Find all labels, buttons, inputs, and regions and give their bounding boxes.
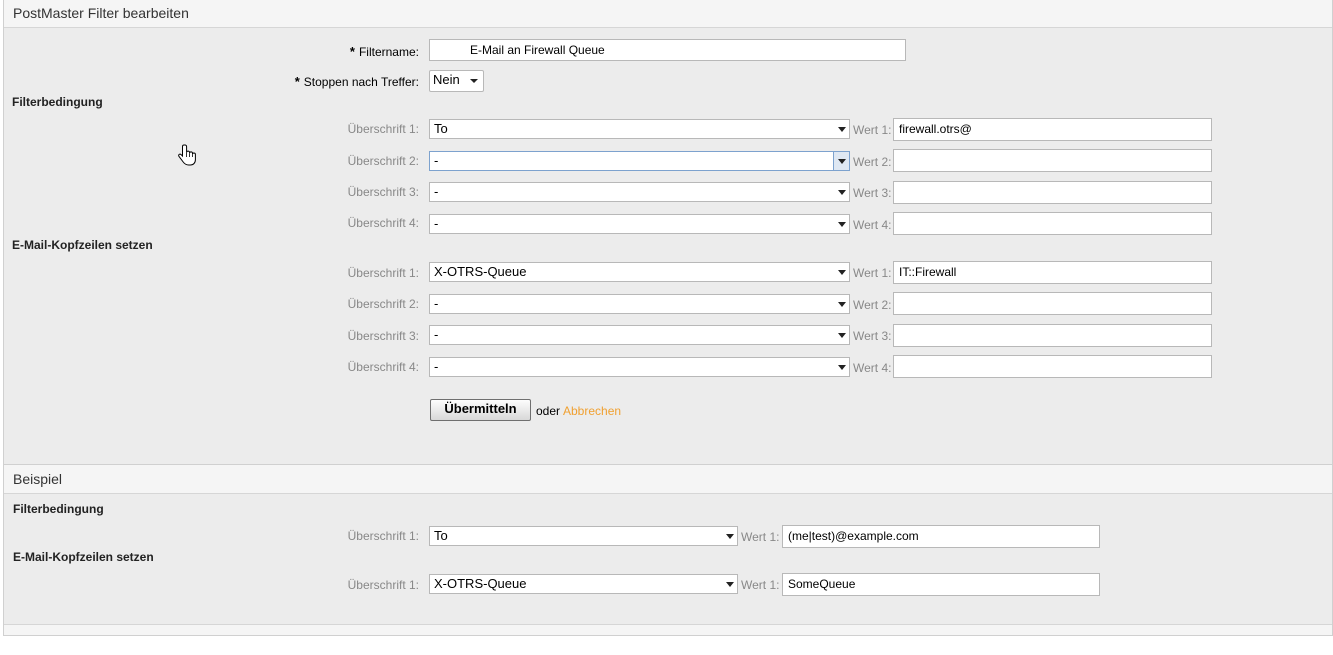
filtername-label: * Filtername: (349, 44, 419, 59)
set-value-label-4: Wert 4: (853, 361, 892, 375)
example-match-header-label: Überschrift 1: (347, 529, 419, 543)
chevron-down-icon (838, 190, 846, 195)
match-value-input-1[interactable]: firewall.otrs@ (893, 118, 1212, 141)
set-header-label-4: Überschrift 4: (347, 360, 419, 374)
match-value-input-2[interactable] (893, 149, 1212, 172)
example-set-header-label: Überschrift 1: (347, 578, 419, 592)
example-set-section-title: E-Mail-Kopfzeilen setzen (13, 550, 154, 564)
stop-after-match-select[interactable]: Nein (429, 70, 484, 92)
required-star-icon: * (294, 74, 300, 89)
submit-button[interactable]: Übermitteln (430, 399, 531, 421)
match-header-select-1[interactable]: To (429, 119, 850, 139)
match-value-label-3: Wert 3: (853, 186, 892, 200)
match-header-label-4: Überschrift 4: (347, 216, 419, 230)
set-header-select-4[interactable]: - (429, 357, 850, 377)
match-section-title: Filterbedingung (12, 95, 103, 109)
set-value-input-3[interactable] (893, 324, 1212, 347)
match-value-input-3[interactable] (893, 181, 1212, 204)
stop-after-match-label: * Stoppen nach Treffer: (294, 74, 419, 89)
match-value-label-2: Wert 2: (853, 155, 892, 169)
match-header-select-2[interactable]: - (429, 151, 850, 171)
example-title: Beispiel (13, 471, 63, 487)
edit-filter-panel-header: PostMaster Filter bearbeiten (4, 0, 1332, 28)
example-match-header-select[interactable]: To (429, 526, 738, 546)
example-set-value-label: Wert 1: (741, 578, 780, 592)
match-header-select-3[interactable]: - (429, 182, 850, 202)
chevron-down-icon (838, 159, 846, 164)
set-value-label-2: Wert 2: (853, 298, 892, 312)
chevron-down-icon (838, 270, 846, 275)
set-header-select-3[interactable]: - (429, 325, 850, 345)
filtername-input[interactable]: E-Mail an Firewall Queue (429, 39, 906, 61)
set-header-label-3: Überschrift 3: (347, 329, 419, 343)
required-star-icon: * (349, 44, 355, 59)
example-match-value-input[interactable]: (me|test)@example.com (782, 525, 1100, 548)
match-header-label-3: Überschrift 3: (347, 185, 419, 199)
cancel-link[interactable]: Abbrechen (563, 404, 621, 418)
set-section-title: E-Mail-Kopfzeilen setzen (12, 238, 153, 252)
set-header-select-2[interactable]: - (429, 294, 850, 314)
panel-title: PostMaster Filter bearbeiten (13, 5, 189, 21)
set-header-label-2: Überschrift 2: (347, 297, 419, 311)
example-panel-footer (4, 624, 1332, 635)
or-text: oder (536, 404, 561, 418)
chevron-down-icon (470, 79, 478, 83)
set-value-label-3: Wert 3: (853, 329, 892, 343)
set-header-label-1: Überschrift 1: (347, 266, 419, 280)
chevron-down-icon (726, 534, 734, 539)
set-header-select-1[interactable]: X-OTRS-Queue (429, 262, 850, 282)
example-panel-header: Beispiel (4, 465, 1332, 494)
set-value-input-4[interactable] (893, 355, 1212, 378)
chevron-down-icon (838, 127, 846, 132)
chevron-down-icon (838, 222, 846, 227)
set-value-label-1: Wert 1: (853, 266, 892, 280)
match-header-label-2: Überschrift 2: (347, 154, 419, 168)
chevron-down-icon (838, 365, 846, 370)
chevron-down-icon (726, 582, 734, 587)
set-value-input-1[interactable]: IT::Firewall (893, 261, 1212, 284)
match-header-label-1: Überschrift 1: (347, 122, 419, 136)
hand-pointer-icon (178, 144, 198, 168)
set-value-input-2[interactable] (893, 292, 1212, 315)
match-value-label-1: Wert 1: (853, 123, 892, 137)
example-panel: Beispiel (3, 464, 1333, 636)
example-set-value-input[interactable]: SomeQueue (782, 573, 1100, 596)
match-header-select-4[interactable]: - (429, 214, 850, 234)
chevron-down-icon (838, 302, 846, 307)
chevron-down-icon (838, 333, 846, 338)
match-value-label-4: Wert 4: (853, 218, 892, 232)
example-match-value-label: Wert 1: (741, 530, 780, 544)
match-value-input-4[interactable] (893, 212, 1212, 235)
example-match-section-title: Filterbedingung (13, 502, 104, 516)
example-set-header-select[interactable]: X-OTRS-Queue (429, 574, 738, 594)
